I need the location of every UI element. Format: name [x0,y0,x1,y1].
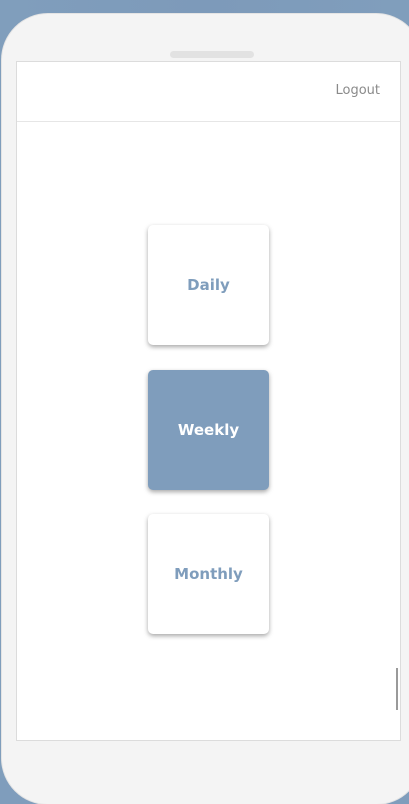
monthly-option-button[interactable]: Monthly [148,514,269,634]
weekly-option-button[interactable]: Weekly [148,370,269,490]
top-bar: Logout [17,62,400,122]
logout-link[interactable]: Logout [335,83,380,98]
app-screen: Logout Daily Weekly Monthly [16,61,401,741]
scrollbar[interactable] [396,668,398,710]
daily-option-button[interactable]: Daily [148,225,269,345]
phone-speaker [170,51,254,58]
